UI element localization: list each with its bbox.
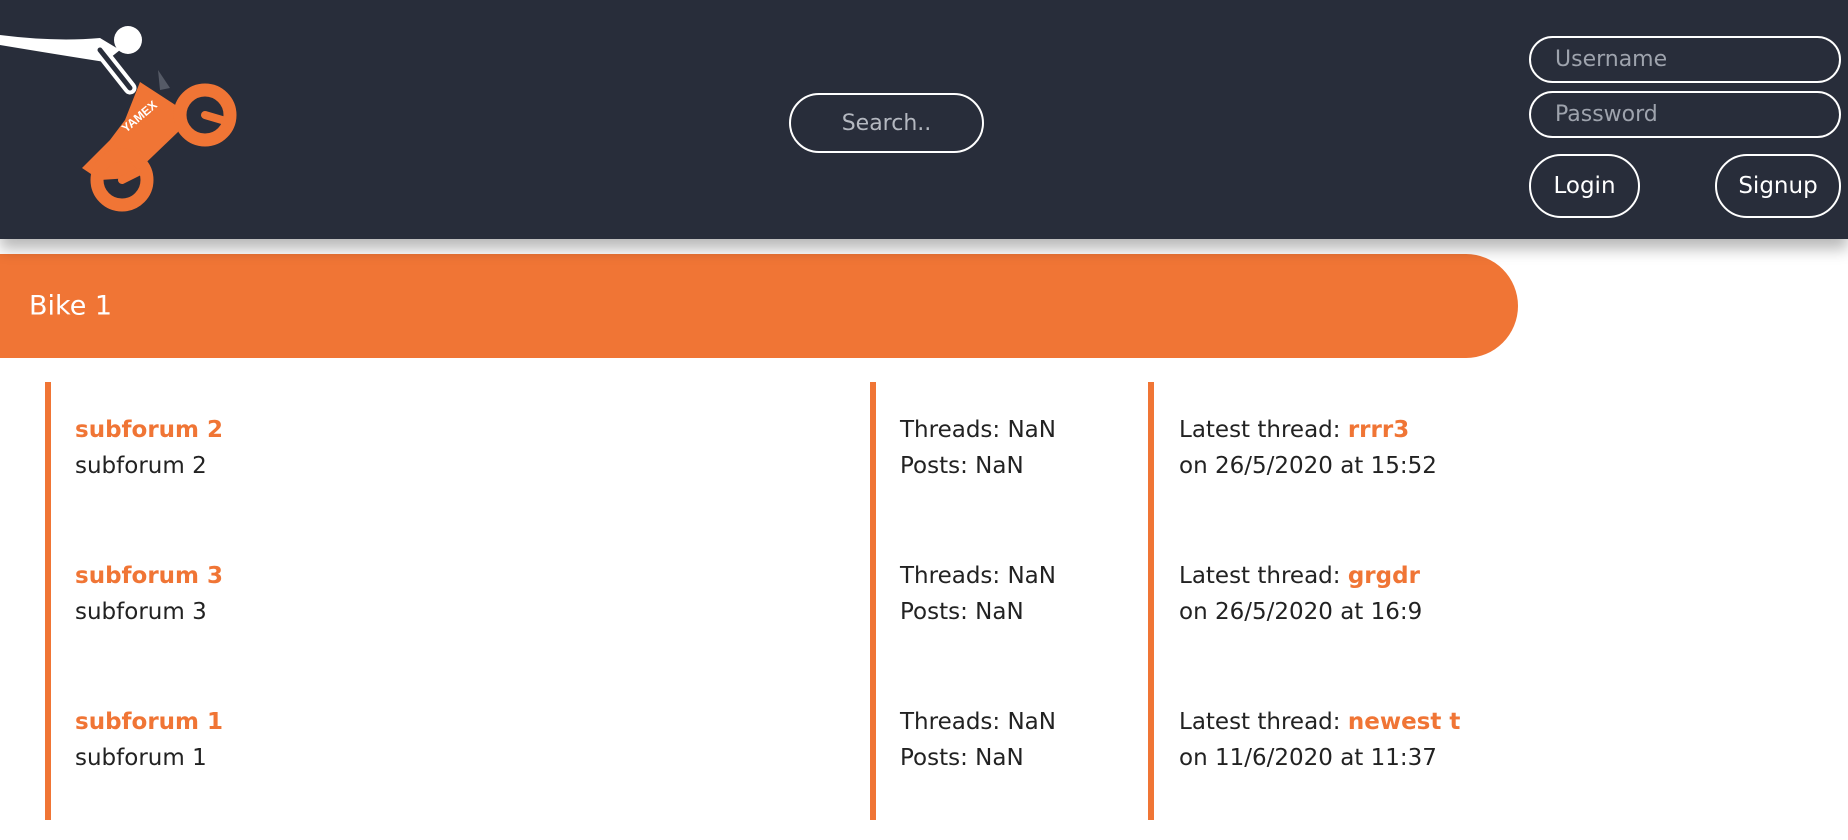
username-field[interactable] bbox=[1529, 36, 1841, 83]
row-divider bbox=[1148, 674, 1154, 820]
latest-thread-link[interactable]: rrrr3 bbox=[1348, 417, 1409, 443]
latest-thread-date: on 26/5/2020 at 16:9 bbox=[1179, 599, 1423, 625]
latest-thread-link[interactable]: grgdr bbox=[1348, 563, 1420, 589]
signup-button[interactable]: Signup bbox=[1715, 154, 1841, 218]
posts-count: Posts: NaN bbox=[900, 745, 1024, 771]
posts-count: Posts: NaN bbox=[900, 453, 1024, 479]
forum-title-link[interactable]: subforum 2 bbox=[75, 412, 223, 448]
forum-row: subforum 1 subforum 1 Threads: NaN Posts… bbox=[0, 674, 1848, 820]
forum-stats: Threads: NaN Posts: NaN bbox=[900, 412, 1056, 484]
posts-count: Posts: NaN bbox=[900, 599, 1024, 625]
forum-info: subforum 2 subforum 2 bbox=[75, 412, 223, 484]
row-divider bbox=[45, 528, 51, 674]
search-input[interactable] bbox=[789, 93, 984, 153]
forum-row: subforum 2 subforum 2 Threads: NaN Posts… bbox=[0, 382, 1848, 528]
forum-description: subforum 3 bbox=[75, 599, 207, 625]
latest-thread-link[interactable]: newest t bbox=[1348, 709, 1461, 735]
latest-thread-label: Latest thread: bbox=[1179, 563, 1348, 589]
site-header: YAMEX Login Signup bbox=[0, 0, 1848, 239]
latest-thread-date: on 26/5/2020 at 15:52 bbox=[1179, 453, 1437, 479]
latest-thread: Latest thread: grgdr on 26/5/2020 at 16:… bbox=[1179, 558, 1422, 630]
forum-row: subforum 3 subforum 3 Threads: NaN Posts… bbox=[0, 528, 1848, 674]
yamex-logo[interactable]: YAMEX bbox=[0, 20, 250, 220]
category-header: Bike 1 bbox=[0, 254, 1518, 358]
latest-thread-label: Latest thread: bbox=[1179, 709, 1348, 735]
threads-count: Threads: NaN bbox=[900, 709, 1056, 735]
latest-thread-label: Latest thread: bbox=[1179, 417, 1348, 443]
row-divider bbox=[45, 382, 51, 528]
forum-title-link[interactable]: subforum 3 bbox=[75, 558, 223, 594]
forum-description: subforum 2 bbox=[75, 453, 207, 479]
login-button[interactable]: Login bbox=[1529, 154, 1640, 218]
latest-thread: Latest thread: newest t on 11/6/2020 at … bbox=[1179, 704, 1460, 776]
password-field[interactable] bbox=[1529, 91, 1841, 138]
latest-thread: Latest thread: rrrr3 on 26/5/2020 at 15:… bbox=[1179, 412, 1437, 484]
forum-description: subforum 1 bbox=[75, 745, 207, 771]
threads-count: Threads: NaN bbox=[900, 563, 1056, 589]
latest-thread-date: on 11/6/2020 at 11:37 bbox=[1179, 745, 1437, 771]
forum-stats: Threads: NaN Posts: NaN bbox=[900, 704, 1056, 776]
forum-title-link[interactable]: subforum 1 bbox=[75, 704, 223, 740]
row-divider bbox=[870, 674, 876, 820]
row-divider bbox=[45, 674, 51, 820]
category-title: Bike 1 bbox=[29, 290, 113, 322]
row-divider bbox=[1148, 528, 1154, 674]
row-divider bbox=[1148, 382, 1154, 528]
forum-info: subforum 3 subforum 3 bbox=[75, 558, 223, 630]
row-divider bbox=[870, 382, 876, 528]
forum-stats: Threads: NaN Posts: NaN bbox=[900, 558, 1056, 630]
forum-info: subforum 1 subforum 1 bbox=[75, 704, 223, 776]
row-divider bbox=[870, 528, 876, 674]
threads-count: Threads: NaN bbox=[900, 417, 1056, 443]
